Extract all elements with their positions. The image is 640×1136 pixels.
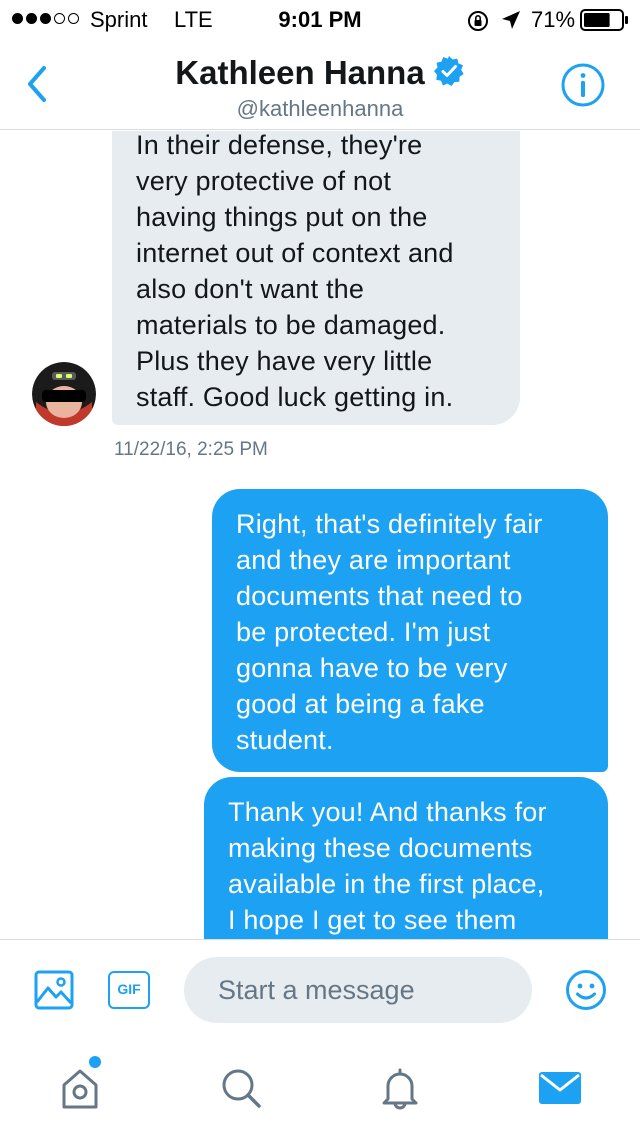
emoji-icon: [566, 970, 606, 1010]
home-icon: [62, 1069, 98, 1109]
location-arrow-icon: [500, 9, 522, 37]
message-line: materials to be damaged.: [136, 310, 446, 340]
message-line: Thank you! And thanks for: [228, 797, 547, 827]
emoji-button[interactable]: [565, 969, 607, 1011]
message-line: student.: [236, 725, 334, 755]
message-list[interactable]: In their defense, they're very protectiv…: [0, 131, 640, 939]
contact-name: Kathleen Hanna: [175, 54, 425, 91]
contact-handle: @kathleenhanna: [236, 96, 404, 121]
tab-home[interactable]: [56, 1065, 104, 1111]
message-line: I hope I get to see them: [228, 905, 517, 935]
message-line: Right, that's definitely fair: [236, 509, 543, 539]
message-line: staff. Good luck getting in.: [136, 382, 454, 412]
conversation-header: Kathleen Hanna @kathleenhanna: [0, 40, 640, 130]
battery-icon: [580, 9, 630, 37]
message-timestamp: 11/22/16, 2:25 PM: [114, 439, 268, 460]
message-input[interactable]: [184, 957, 532, 1023]
status-bar: Sprint LTE 9:01 PM 71%: [0, 0, 640, 40]
message-line: good at being a fake: [236, 689, 485, 719]
message-line: available in the first place,: [228, 869, 545, 899]
gif-button[interactable]: GIF: [108, 971, 150, 1009]
message-line: also don't want the: [136, 274, 365, 304]
dm-conversation-screen: Sprint LTE 9:01 PM 71% Kathleen Hanna @k…: [0, 0, 640, 1136]
message-line: internet out of context and: [136, 238, 454, 268]
tab-search[interactable]: [216, 1065, 264, 1111]
mail-icon: [539, 1072, 581, 1104]
search-icon: [222, 1069, 261, 1108]
tab-bar: [0, 1039, 640, 1136]
add-photo-button[interactable]: [34, 970, 74, 1010]
image-icon: [34, 970, 74, 1010]
sent-message-bubble[interactable]: Right, that's definitely fair and they a…: [212, 489, 608, 772]
tab-messages[interactable]: [536, 1065, 584, 1111]
verified-badge-icon: [433, 55, 465, 92]
message-line: be protected. I'm just: [236, 617, 491, 647]
received-message-bubble[interactable]: In their defense, they're very protectiv…: [112, 131, 520, 425]
message-line: In their defense, they're: [136, 131, 423, 160]
message-line: having things put on the: [136, 202, 428, 232]
message-line: Plus they have very little: [136, 346, 433, 376]
rotation-lock-icon: [466, 9, 490, 39]
message-line: and they are important: [236, 545, 511, 575]
message-line: making these documents: [228, 833, 533, 863]
battery-percentage: 71%: [531, 7, 576, 32]
tab-notifications[interactable]: [376, 1065, 424, 1111]
conversation-title: Kathleen Hanna @kathleenhanna: [0, 54, 640, 122]
info-button[interactable]: [560, 62, 606, 108]
message-composer: GIF: [0, 939, 640, 1039]
message-line: gonna have to be very: [236, 653, 508, 683]
message-line: very protective of not: [136, 166, 392, 196]
info-icon: [561, 63, 605, 107]
contact-avatar[interactable]: [32, 362, 96, 426]
bell-icon: [382, 1068, 418, 1110]
message-line: documents that need to: [236, 581, 523, 611]
sent-message-bubble[interactable]: Thank you! And thanks for making these d…: [204, 777, 608, 939]
new-activity-dot: [89, 1056, 101, 1068]
